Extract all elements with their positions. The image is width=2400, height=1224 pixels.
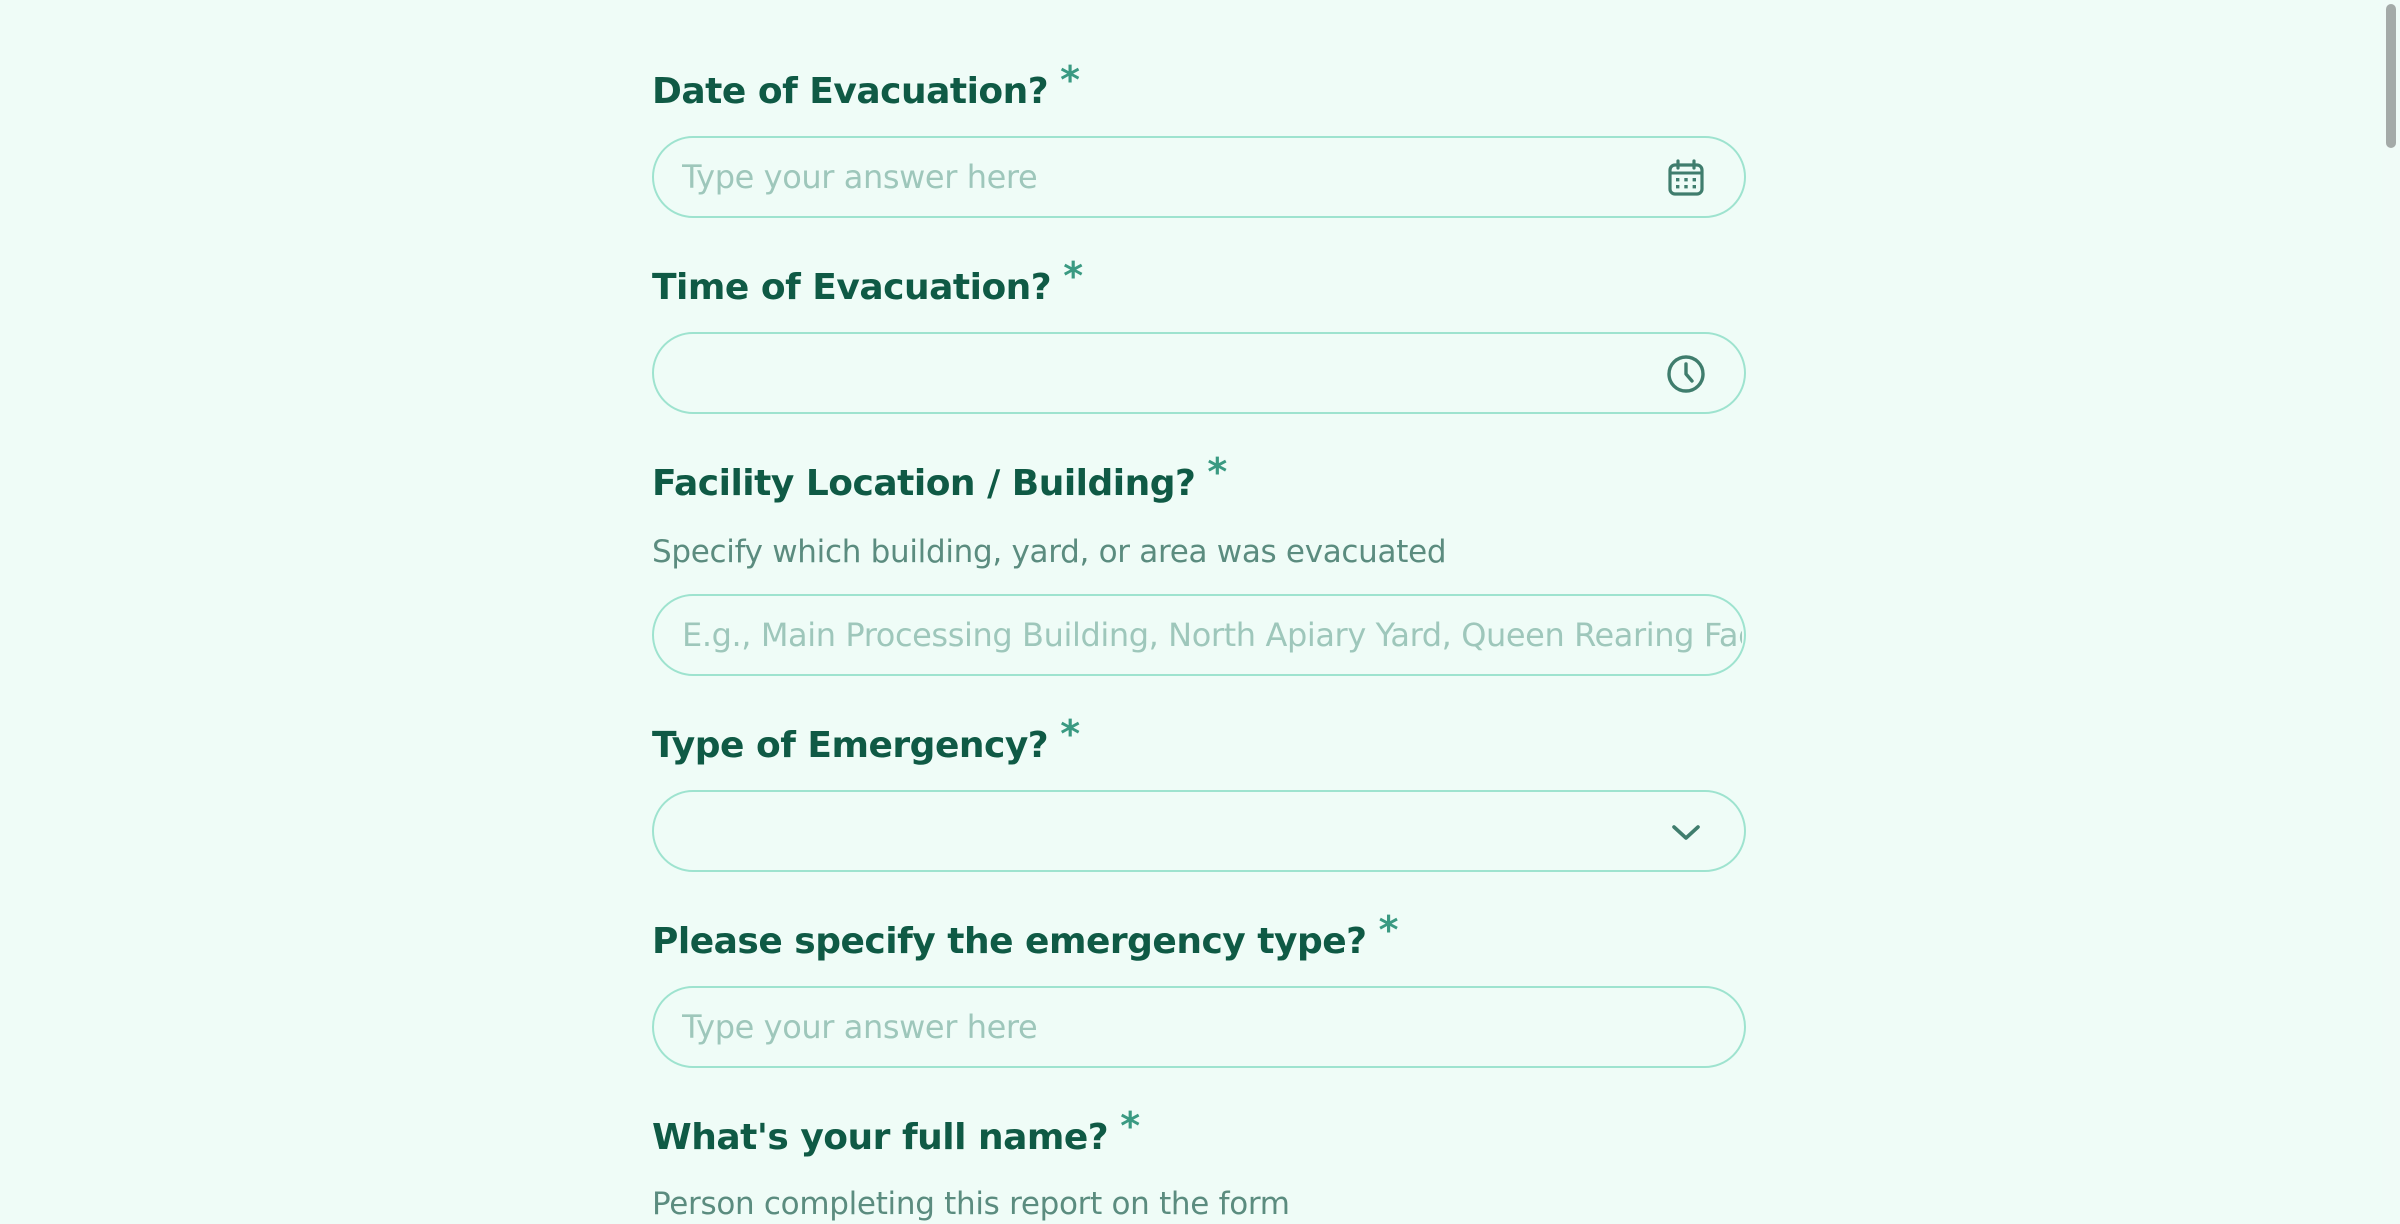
question-full-name: What's your full name? * — [652, 1104, 1748, 1162]
question-date-of-evacuation: Date of Evacuation? * — [652, 58, 1748, 116]
help-text: Person completing this report on the for… — [652, 1186, 1290, 1222]
question-label-text: Facility Location / Building? — [652, 463, 1196, 504]
question-time-of-evacuation: Time of Evacuation? * — [652, 254, 1748, 312]
question-help-text: Specify which building, yard, or area wa… — [652, 532, 1748, 572]
required-asterisk: * — [1060, 712, 1080, 756]
emergency-type-select[interactable] — [652, 790, 1746, 872]
required-asterisk: * — [1207, 450, 1227, 494]
chevron-down-icon[interactable] — [1666, 812, 1706, 852]
scrollbar-thumb[interactable] — [2386, 4, 2396, 148]
question-label-text: Time of Evacuation? — [652, 267, 1052, 308]
question-type-of-emergency: Type of Emergency? * — [652, 712, 1748, 770]
time-field[interactable] — [652, 332, 1746, 414]
specify-emergency-field[interactable] — [652, 986, 1746, 1068]
question-help-text: Person completing this report on the for… — [652, 1184, 1748, 1224]
question-label: What's your full name? * — [652, 1104, 1748, 1162]
question-label-text: What's your full name? — [652, 1117, 1109, 1158]
required-asterisk: * — [1120, 1104, 1140, 1148]
facility-input[interactable] — [654, 616, 1742, 654]
date-input[interactable] — [654, 158, 1682, 196]
required-asterisk: * — [1378, 908, 1399, 952]
time-input[interactable] — [654, 354, 1682, 392]
question-label-text: Date of Evacuation? — [652, 71, 1049, 112]
facility-field[interactable] — [652, 594, 1746, 676]
question-label: Facility Location / Building? * — [652, 450, 1748, 508]
question-label: Time of Evacuation? * — [652, 254, 1748, 312]
question-specify-emergency-type: Please specify the emergency type? * — [652, 908, 1748, 966]
clock-icon[interactable] — [1666, 354, 1706, 394]
date-field[interactable] — [652, 136, 1746, 218]
question-label: Type of Emergency? * — [652, 712, 1748, 770]
question-label-text: Please specify the emergency type? — [652, 921, 1367, 962]
calendar-icon[interactable] — [1666, 158, 1706, 198]
question-label: Please specify the emergency type? * — [652, 908, 1748, 966]
scrollbar[interactable] — [2382, 0, 2400, 1200]
question-label-text: Type of Emergency? — [652, 725, 1049, 766]
specify-emergency-input[interactable] — [654, 1008, 1682, 1046]
required-asterisk: * — [1063, 254, 1083, 298]
question-label: Date of Evacuation? * — [652, 58, 1748, 116]
question-facility-location: Facility Location / Building? * — [652, 450, 1748, 508]
help-text: Specify which building, yard, or area wa… — [652, 534, 1447, 570]
required-asterisk: * — [1060, 58, 1080, 102]
